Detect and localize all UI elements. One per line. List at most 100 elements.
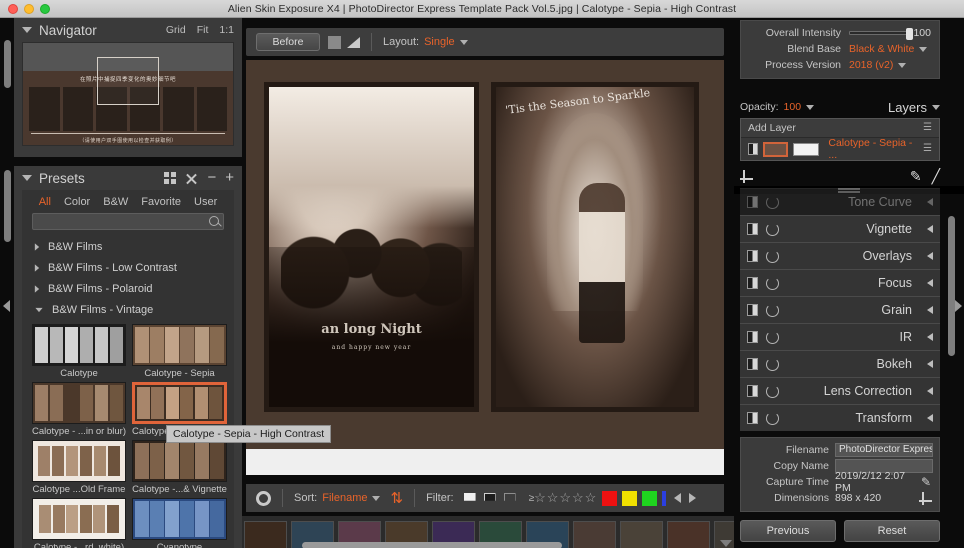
remove-preset-icon[interactable]: − <box>207 170 216 185</box>
color-label-green[interactable] <box>642 490 658 506</box>
flag-unflagged-icon[interactable] <box>503 492 516 504</box>
expand-right-panel-icon[interactable] <box>955 300 962 312</box>
reset-button[interactable]: Reset <box>844 520 940 542</box>
grid-view-icon[interactable] <box>164 172 177 184</box>
section-tone-curve[interactable]: Tone Curve <box>740 188 940 215</box>
preset-thumbnail[interactable] <box>131 440 228 482</box>
section-bokeh[interactable]: Bokeh <box>740 350 940 377</box>
filename-field[interactable]: PhotoDirector Express T <box>835 443 933 457</box>
color-label-yellow[interactable] <box>622 490 638 506</box>
preset-item-calotype-grain-or-blur[interactable]: Calotype - ...in or blur) <box>32 382 126 437</box>
chevron-right-icon[interactable] <box>34 284 40 293</box>
presets-tab-user[interactable]: User <box>194 196 217 208</box>
crop-icon[interactable] <box>919 491 933 505</box>
section-overlays[interactable]: Overlays <box>740 242 940 269</box>
section-ir[interactable]: IR <box>740 323 940 350</box>
chevron-left-icon[interactable] <box>927 333 933 341</box>
layer-visibility-icon[interactable] <box>748 143 759 155</box>
chevron-right-icon[interactable] <box>34 242 40 251</box>
presets-filter-tabs[interactable]: All Color B&W Favorite User <box>22 190 234 213</box>
filmstrip-thumb[interactable] <box>573 521 616 548</box>
flag-picked-icon[interactable] <box>463 492 476 504</box>
chevron-left-icon[interactable] <box>927 387 933 395</box>
sort-direction-icon[interactable]: ⇅ <box>390 489 403 507</box>
section-enable-icon[interactable] <box>747 277 758 289</box>
navigator-preview[interactable]: 在照片中捕捉四季变化的奥妙细节吧 （请使用户双手图使用以检查并获取例） <box>22 42 234 146</box>
section-enable-icon[interactable] <box>747 304 758 316</box>
layer-mask-thumbnail[interactable] <box>793 142 820 156</box>
presets-tab-color[interactable]: Color <box>64 196 90 208</box>
section-transform[interactable]: Transform <box>740 404 940 431</box>
preset-group-bw-films[interactable]: B&W Films <box>22 236 234 257</box>
chevron-down-icon[interactable] <box>35 307 43 312</box>
reset-icon[interactable] <box>766 276 779 290</box>
section-focus[interactable]: Focus <box>740 269 940 296</box>
section-enable-icon[interactable] <box>747 358 758 370</box>
process-version-value[interactable]: 2018 (v2) <box>849 59 893 71</box>
presets-search-input[interactable] <box>32 213 224 230</box>
reset-icon[interactable] <box>766 195 779 209</box>
image-canvas[interactable]: an long Night and happy new year 'Tis th… <box>246 60 724 475</box>
chevron-left-icon[interactable] <box>927 360 933 368</box>
preset-thumbnail[interactable] <box>131 382 228 424</box>
collapse-filmstrip-icon[interactable] <box>720 540 732 547</box>
pencil-icon[interactable]: ✎ <box>919 475 933 489</box>
chevron-left-icon[interactable] <box>927 225 933 233</box>
chevron-down-icon[interactable] <box>22 175 32 181</box>
right-panel-scrollbar[interactable] <box>948 216 955 356</box>
filmstrip-thumb[interactable] <box>244 521 287 548</box>
filmstrip-thumb[interactable] <box>667 521 710 548</box>
reset-icon[interactable] <box>766 411 779 425</box>
chevron-down-icon[interactable] <box>932 104 940 110</box>
filmstrip-thumb[interactable] <box>620 521 663 548</box>
navigator-header[interactable]: Navigator Grid Fit 1:1 <box>14 18 242 42</box>
nav-mode-grid[interactable]: Grid <box>166 24 186 36</box>
preset-thumbnail[interactable] <box>32 440 126 482</box>
blend-base-value[interactable]: Black & White <box>849 43 914 55</box>
section-enable-icon[interactable] <box>747 385 758 397</box>
color-label-red[interactable] <box>602 490 618 506</box>
chevron-left-icon[interactable] <box>927 198 933 206</box>
chevron-down-icon[interactable] <box>919 46 928 52</box>
filmstrip[interactable] <box>242 516 734 548</box>
preset-group-bw-films-polaroid[interactable]: B&W Films - Polaroid <box>22 278 234 299</box>
presets-tab-favorite[interactable]: Favorite <box>141 196 181 208</box>
section-vignette[interactable]: Vignette <box>740 215 940 242</box>
prev-page-icon[interactable] <box>674 493 682 503</box>
color-label-blue[interactable] <box>662 490 667 506</box>
navigator-scrollbar[interactable] <box>4 40 11 88</box>
presets-header[interactable]: Presets − + <box>14 166 242 190</box>
preset-group-bw-films-vintage[interactable]: B&W Films - Vintage <box>22 299 234 320</box>
navigator-crop-box[interactable] <box>97 57 159 105</box>
presets-tab-bw[interactable]: B&W <box>103 196 128 208</box>
star-rating-filter[interactable]: ☆☆☆☆☆ <box>534 490 597 506</box>
soft-proof-icon[interactable] <box>347 36 360 48</box>
navigator-modes[interactable]: Grid Fit 1:1 <box>166 24 234 36</box>
gear-icon[interactable] <box>255 489 272 507</box>
preset-thumbnail[interactable] <box>32 498 126 540</box>
preset-group-bw-films-low-contrast[interactable]: B&W Films - Low Contrast <box>22 257 234 278</box>
reset-icon[interactable] <box>766 330 779 344</box>
next-page-icon[interactable] <box>689 493 697 503</box>
chevron-down-icon[interactable] <box>22 27 32 33</box>
add-layer-row[interactable]: Add Layer ☰ <box>741 119 939 137</box>
chevron-down-icon[interactable] <box>459 39 468 45</box>
section-enable-icon[interactable] <box>747 250 758 262</box>
brush-icon[interactable]: ╱ <box>932 168 940 185</box>
preset-item-calotype[interactable]: Calotype <box>32 324 126 379</box>
preset-thumbnail[interactable] <box>32 382 126 424</box>
reset-icon[interactable] <box>766 249 779 263</box>
overall-intensity-slider[interactable] <box>849 28 913 40</box>
preset-item-calotype-sepia[interactable]: Calotype - Sepia <box>131 324 228 379</box>
collapse-all-icon[interactable] <box>185 172 198 185</box>
sort-value[interactable]: Filename <box>322 492 367 504</box>
opacity-value[interactable]: 100 <box>784 101 802 113</box>
section-enable-icon[interactable] <box>747 196 758 208</box>
chevron-left-icon[interactable] <box>927 306 933 314</box>
collapse-left-panel-icon[interactable] <box>3 300 10 312</box>
preset-item-calotype-vignette[interactable]: Calotype -...& Vignette <box>131 440 228 495</box>
before-button[interactable]: Before <box>256 33 320 51</box>
previous-button[interactable]: Previous <box>740 520 836 542</box>
crop-icon[interactable] <box>740 169 753 183</box>
reset-icon[interactable] <box>766 303 779 317</box>
